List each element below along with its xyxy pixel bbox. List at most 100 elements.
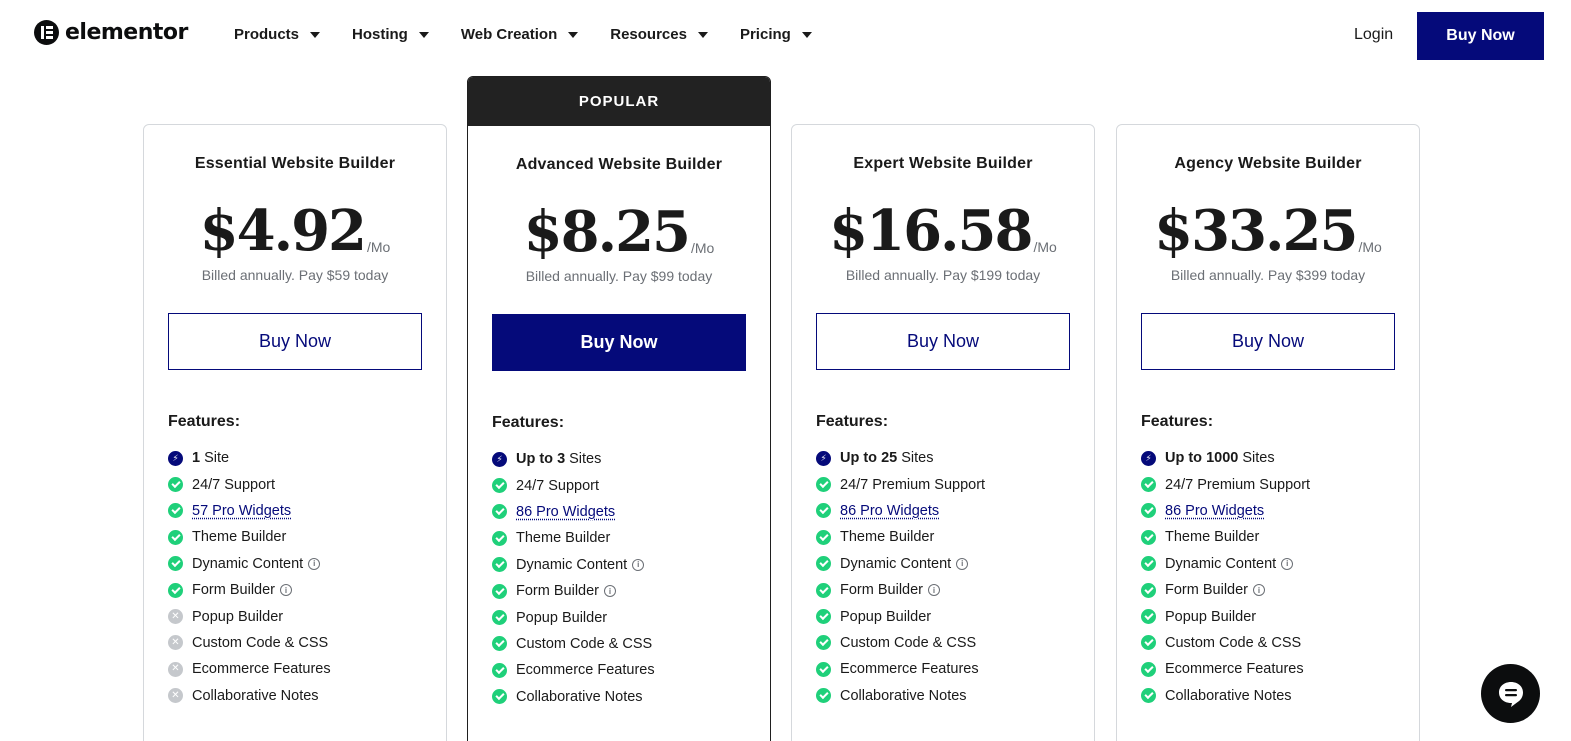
buy-now-button[interactable]: Buy Now: [168, 313, 422, 370]
x-circle-icon: ✕: [168, 688, 183, 704]
feature-list: ⚡ Up to 3 Sites 24/7 Support 86 Pro Widgets T…: [492, 446, 746, 710]
buy-now-button[interactable]: Buy Now: [816, 313, 1070, 370]
check-circle-icon: [1141, 477, 1156, 493]
feature-label: Custom Code & CSS: [840, 634, 977, 651]
pricing-card: POPULAR Advanced Website Builder $8.25/Mo B…: [467, 76, 771, 741]
chat-widget-button[interactable]: [1481, 664, 1540, 723]
feature-item: Form Builder i: [1141, 577, 1395, 603]
feature-item: Popup Builder: [492, 604, 746, 630]
bolt-icon: ⚡: [168, 450, 183, 466]
check-circle-icon: [168, 582, 183, 598]
feature-widgets: 86 Pro Widgets: [816, 498, 1070, 524]
elementor-logo[interactable]: elementor: [34, 20, 188, 45]
price-period: /Mo: [691, 240, 715, 256]
site-header: elementor Products Hosting Web Creation …: [0, 0, 1571, 70]
plan-title: Essential Website Builder: [194, 155, 396, 172]
info-icon[interactable]: i: [308, 557, 321, 570]
billing-note: Billed annually. Pay $59 today: [201, 267, 389, 283]
feature-label: Collaborative Notes: [1165, 687, 1292, 704]
chevron-down-icon: [697, 31, 708, 38]
feature-label: Form Builder: [516, 583, 599, 600]
plan-price: $33.25: [1154, 198, 1358, 264]
sites-label: Sites: [569, 451, 602, 468]
feature-list: ⚡ Up to 25 Sites 24/7 Premium Support 86 Pro…: [816, 445, 1070, 709]
pro-widgets-link[interactable]: 86 Pro Widgets: [516, 504, 615, 520]
nav-pricing[interactable]: Pricing: [740, 26, 812, 43]
card-body: Advanced Website Builder $8.25/Mo Billed a…: [468, 156, 770, 710]
header-buy-now-button[interactable]: Buy Now: [1417, 12, 1544, 60]
feature-sites: ⚡ Up to 25 Sites: [816, 445, 1070, 471]
feature-item: Form Builder i: [168, 577, 422, 603]
info-icon[interactable]: i: [1281, 557, 1294, 570]
info-icon[interactable]: i: [956, 557, 969, 570]
feature-label: Ecommerce Features: [192, 661, 331, 678]
feature-label: Ecommerce Features: [516, 662, 655, 679]
x-circle-icon: ✕: [168, 635, 183, 651]
feature-support: 24/7 Premium Support: [816, 471, 1070, 497]
feature-label: Theme Builder: [840, 529, 935, 546]
feature-item: Ecommerce Features: [816, 656, 1070, 682]
check-circle-icon: [168, 529, 183, 545]
main-nav: Products Hosting Web Creation Resources …: [234, 26, 844, 43]
feature-label: Popup Builder: [516, 609, 608, 626]
billing-note: Billed annually. Pay $399 today: [1170, 267, 1366, 283]
buy-now-button[interactable]: Buy Now: [492, 314, 746, 371]
nav-web-creation[interactable]: Web Creation: [461, 26, 579, 43]
info-icon[interactable]: i: [280, 584, 292, 597]
check-circle-icon: [492, 557, 507, 573]
check-circle-icon: [816, 503, 831, 519]
nav-hosting[interactable]: Hosting: [352, 26, 429, 43]
check-circle-icon: [168, 477, 183, 493]
feature-label: Form Builder: [192, 582, 275, 599]
plan-price: $8.25: [523, 199, 691, 265]
check-circle-icon: [168, 556, 183, 572]
login-link[interactable]: Login: [1354, 26, 1393, 44]
check-circle-icon: [1141, 503, 1156, 519]
price-row: $8.25/Mo: [492, 196, 746, 260]
billing-note: Billed annually. Pay $99 today: [525, 268, 713, 284]
check-circle-icon: [816, 688, 831, 704]
check-circle-icon: [816, 661, 831, 677]
feature-item: Collaborative Notes: [1141, 683, 1395, 709]
feature-label: Custom Code & CSS: [1165, 634, 1302, 651]
info-icon[interactable]: i: [928, 584, 940, 597]
plan-price: $4.92: [199, 198, 367, 264]
chevron-down-icon: [801, 31, 812, 38]
nav-label: Hosting: [352, 26, 408, 43]
feature-item: Collaborative Notes: [492, 684, 746, 710]
feature-label: Theme Builder: [192, 529, 287, 546]
check-circle-icon: [1141, 661, 1156, 677]
check-circle-icon: [492, 610, 507, 626]
feature-item: Form Builder i: [816, 577, 1070, 603]
pro-widgets-link[interactable]: 57 Pro Widgets: [192, 503, 291, 519]
check-circle-icon: [816, 582, 831, 598]
nav-resources[interactable]: Resources: [610, 26, 708, 43]
pro-widgets-link[interactable]: 86 Pro Widgets: [1165, 503, 1264, 519]
feature-label: Collaborative Notes: [516, 688, 643, 705]
nav-label: Pricing: [739, 26, 791, 43]
info-icon[interactable]: i: [1253, 584, 1265, 597]
feature-label: Collaborative Notes: [840, 687, 967, 704]
sites-count: Up to 25: [840, 450, 898, 467]
card-body: Expert Website Builder $16.58/Mo Billed an…: [792, 155, 1094, 709]
feature-label: Dynamic Content: [1165, 555, 1277, 572]
nav-products[interactable]: Products: [234, 26, 321, 43]
info-icon[interactable]: i: [604, 585, 616, 598]
features-heading: Features:: [816, 413, 889, 430]
feature-item: ✕ Custom Code & CSS: [168, 630, 422, 656]
buy-now-button[interactable]: Buy Now: [1141, 313, 1395, 370]
info-icon[interactable]: i: [632, 558, 645, 571]
feature-sites: ⚡ Up to 1000 Sites: [1141, 445, 1395, 471]
check-circle-icon: [816, 477, 831, 493]
check-circle-icon: [492, 636, 507, 652]
feature-item: Dynamic Content i: [816, 551, 1070, 577]
feature-item: Theme Builder: [492, 525, 746, 551]
price-period: /Mo: [1033, 239, 1057, 255]
billing-note: Billed annually. Pay $199 today: [845, 267, 1041, 283]
feature-label: Dynamic Content: [840, 555, 952, 572]
pricing-card: Essential Website Builder $4.92/Mo Billed …: [143, 124, 447, 741]
card-body: Essential Website Builder $4.92/Mo Billed …: [144, 155, 446, 709]
feature-item: ✕ Popup Builder: [168, 603, 422, 629]
feature-item: Theme Builder: [816, 524, 1070, 550]
pro-widgets-link[interactable]: 86 Pro Widgets: [840, 503, 939, 519]
